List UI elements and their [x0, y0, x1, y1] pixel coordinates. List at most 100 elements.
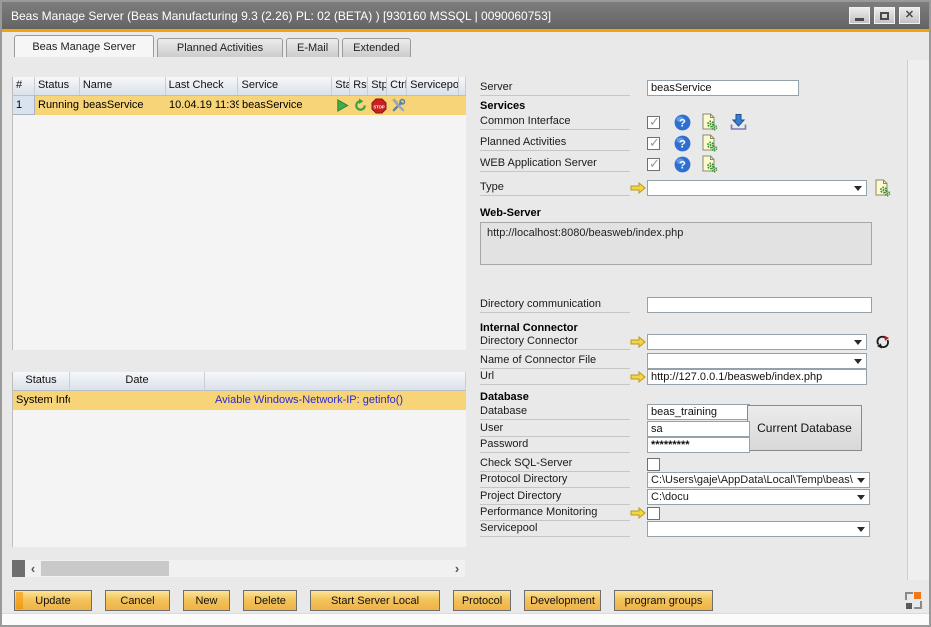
planned-activities-help-button[interactable]: ?	[674, 135, 691, 152]
scrollbar-track[interactable]	[169, 560, 449, 577]
user-input[interactable]	[647, 421, 750, 437]
web-server-url-box: http://localhost:8080/beasweb/index.php	[480, 222, 872, 265]
tab-extended[interactable]: Extended	[342, 38, 410, 57]
link-arrow-icon[interactable]	[630, 336, 646, 348]
planned-activities-config-button[interactable]	[700, 134, 718, 152]
layout-toggle-icon[interactable]	[905, 592, 922, 609]
scroll-left-button[interactable]: ‹	[25, 560, 41, 577]
connector-file-dropdown[interactable]	[647, 353, 867, 369]
bottom-strip	[2, 613, 929, 625]
log-col-date[interactable]: Date	[70, 372, 205, 390]
web-application-server-checkbox[interactable]	[647, 158, 660, 171]
protocol-directory-value: C:\Users\gaje\AppData\Local\Temp\beas\	[651, 474, 853, 486]
close-button[interactable]: ✕	[899, 7, 920, 24]
delete-button[interactable]: Delete	[243, 590, 297, 611]
scrollbar-thumb[interactable]	[41, 561, 169, 576]
stop-icon: STOP	[371, 98, 387, 114]
sync-icon	[875, 334, 891, 350]
chevron-down-icon	[854, 340, 862, 345]
link-arrow-icon[interactable]	[630, 182, 646, 194]
help-icon: ?	[674, 156, 691, 173]
server-row-number[interactable]: 1	[13, 96, 35, 115]
new-button[interactable]: New	[183, 590, 230, 611]
scroll-right-button[interactable]: ›	[449, 560, 465, 577]
web-application-server-config-button[interactable]	[700, 155, 718, 173]
web-application-server-help-button[interactable]: ?	[674, 156, 691, 173]
horizontal-scrollbar[interactable]: ‹ ›	[12, 560, 465, 577]
maximize-icon	[880, 12, 889, 20]
col-header-status[interactable]: Status	[35, 77, 80, 95]
col-header-num[interactable]: #	[13, 77, 35, 95]
start-service-button[interactable]	[333, 96, 351, 115]
chevron-down-icon	[854, 186, 862, 191]
program-groups-button[interactable]: program groups	[614, 590, 713, 611]
link-arrow-icon[interactable]	[630, 371, 646, 383]
link-arrow-icon[interactable]	[630, 507, 646, 519]
common-interface-row: Common Interface ?	[480, 114, 908, 130]
directory-connector-dropdown[interactable]	[647, 334, 867, 350]
performance-monitoring-checkbox[interactable]	[647, 507, 660, 520]
directory-communication-input[interactable]	[647, 297, 872, 313]
password-row: Password	[480, 437, 908, 453]
check-sql-server-row: Check SQL-Server	[480, 456, 908, 472]
protocol-button[interactable]: Protocol	[453, 590, 511, 611]
title-bar: Beas Manage Server (Beas Manufacturing 9…	[2, 2, 929, 29]
server-input[interactable]	[647, 80, 799, 96]
document-gear-icon	[700, 113, 718, 131]
tab-planned-activities[interactable]: Planned Activities	[157, 38, 283, 57]
common-interface-help-button[interactable]: ?	[674, 114, 691, 131]
col-header-rst[interactable]: Rst	[350, 77, 368, 95]
common-interface-label: Common Interface	[480, 114, 630, 130]
servicepool-row: Servicepool	[480, 521, 908, 537]
database-input[interactable]	[647, 404, 750, 420]
stop-service-button[interactable]: STOP	[369, 96, 388, 115]
restart-service-button[interactable]	[351, 96, 369, 115]
log-col-status[interactable]: Status	[13, 372, 70, 390]
update-button[interactable]: Update	[14, 590, 92, 611]
refresh-connector-button[interactable]	[875, 334, 891, 350]
common-interface-config-button[interactable]	[700, 113, 718, 131]
development-button[interactable]: Development	[524, 590, 601, 611]
minimize-button[interactable]	[849, 7, 870, 24]
restart-icon	[353, 98, 368, 113]
close-icon: ✕	[905, 10, 914, 21]
start-server-local-button[interactable]: Start Server Local	[310, 590, 440, 611]
tab-beas-manage-server[interactable]: Beas Manage Server	[14, 35, 154, 57]
directory-connector-label: Directory Connector	[480, 334, 630, 350]
col-header-ctrl[interactable]: Ctrl	[387, 77, 407, 95]
col-header-sta[interactable]: Sta	[332, 77, 350, 95]
protocol-directory-dropdown[interactable]: C:\Users\gaje\AppData\Local\Temp\beas\	[647, 472, 870, 488]
maximize-button[interactable]	[874, 7, 895, 24]
server-row[interactable]: 1 Running beasService 10.04.19 11:39 bea…	[13, 96, 466, 115]
tab-email[interactable]: E-Mail	[286, 38, 339, 57]
common-interface-download-button[interactable]	[729, 113, 748, 131]
log-col-filler	[205, 372, 466, 390]
type-config-button[interactable]	[873, 179, 891, 197]
scrollbar-grip[interactable]	[12, 560, 25, 577]
common-interface-checkbox[interactable]	[647, 116, 660, 129]
connector-file-label: Name of Connector File	[480, 353, 630, 369]
log-row[interactable]: System Info Aviable Windows-Network-IP: …	[13, 391, 466, 410]
tools-icon	[391, 98, 406, 113]
col-header-servicepool[interactable]: Servicepool	[407, 77, 459, 95]
check-sql-server-checkbox[interactable]	[647, 458, 660, 471]
type-label: Type	[480, 180, 630, 196]
col-header-last-check[interactable]: Last Check	[166, 77, 239, 95]
col-header-name[interactable]: Name	[80, 77, 166, 95]
server-settings-form: Server Services Common Interface ?	[472, 77, 908, 549]
col-header-service[interactable]: Service	[238, 77, 332, 95]
log-grid: Status Date System Info Aviable Windows-…	[12, 372, 466, 547]
type-dropdown[interactable]	[647, 180, 867, 196]
database-heading: Database	[480, 389, 908, 405]
planned-activities-checkbox[interactable]	[647, 137, 660, 150]
col-header-stp[interactable]: Stp	[368, 77, 387, 95]
server-row-filler	[460, 96, 466, 115]
project-directory-dropdown[interactable]: C:\docu	[647, 489, 870, 505]
service-control-button[interactable]	[388, 96, 408, 115]
project-directory-row: Project Directory C:\docu	[480, 489, 908, 505]
password-input[interactable]	[647, 437, 750, 453]
url-input[interactable]	[647, 369, 867, 385]
servicepool-dropdown[interactable]	[647, 521, 870, 537]
cancel-button[interactable]: Cancel	[105, 590, 170, 611]
server-grid: # Status Name Last Check Service Sta Rst…	[12, 77, 466, 350]
